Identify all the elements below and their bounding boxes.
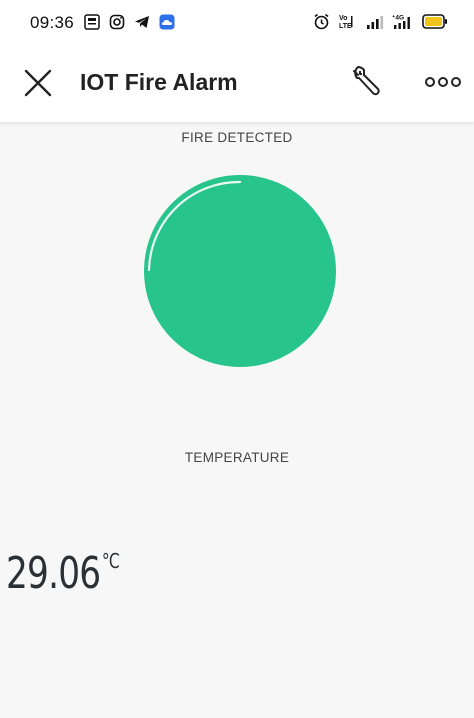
- temperature-value-display: 29.06°C: [6, 548, 120, 599]
- close-icon[interactable]: [20, 65, 56, 101]
- temperature-value: 29.06: [6, 548, 101, 599]
- telegram-icon: [135, 16, 149, 28]
- app-screen: 09:36 Vo LTE ⁺4G IOT Fire Alarm FIRE DET…: [0, 0, 474, 718]
- wrench-settings-icon[interactable]: [349, 62, 387, 100]
- svg-text:LTE: LTE: [339, 23, 352, 30]
- more-options-icon[interactable]: [424, 70, 462, 94]
- volte-icon: Vo LTE: [339, 15, 353, 30]
- notification-icons: [84, 14, 175, 30]
- alarm-clock-icon: [314, 13, 329, 30]
- cloud-app-icon: [159, 14, 175, 30]
- page-title: IOT Fire Alarm: [80, 69, 238, 95]
- instagram-icon: [109, 14, 125, 30]
- status-bar: 09:36 Vo LTE ⁺4G: [0, 0, 474, 48]
- signal-strength-icon: [367, 15, 384, 29]
- fire-led-indicator: [143, 174, 337, 368]
- fire-detected-label: FIRE DETECTED: [181, 130, 293, 145]
- battery-icon: [422, 14, 447, 29]
- app-bar: IOT Fire Alarm: [0, 48, 474, 122]
- svg-text:⁺4G: ⁺4G: [392, 15, 404, 22]
- signal-4g-icon: ⁺4G: [392, 15, 410, 29]
- status-time: 09:36: [30, 13, 75, 32]
- led-circle: [144, 175, 336, 367]
- temperature-unit: °C: [101, 549, 120, 573]
- news-app-icon: [84, 14, 100, 30]
- svg-text:Vo: Vo: [339, 15, 347, 22]
- system-icons: Vo LTE ⁺4G: [313, 13, 448, 30]
- temperature-label: TEMPERATURE: [184, 450, 290, 465]
